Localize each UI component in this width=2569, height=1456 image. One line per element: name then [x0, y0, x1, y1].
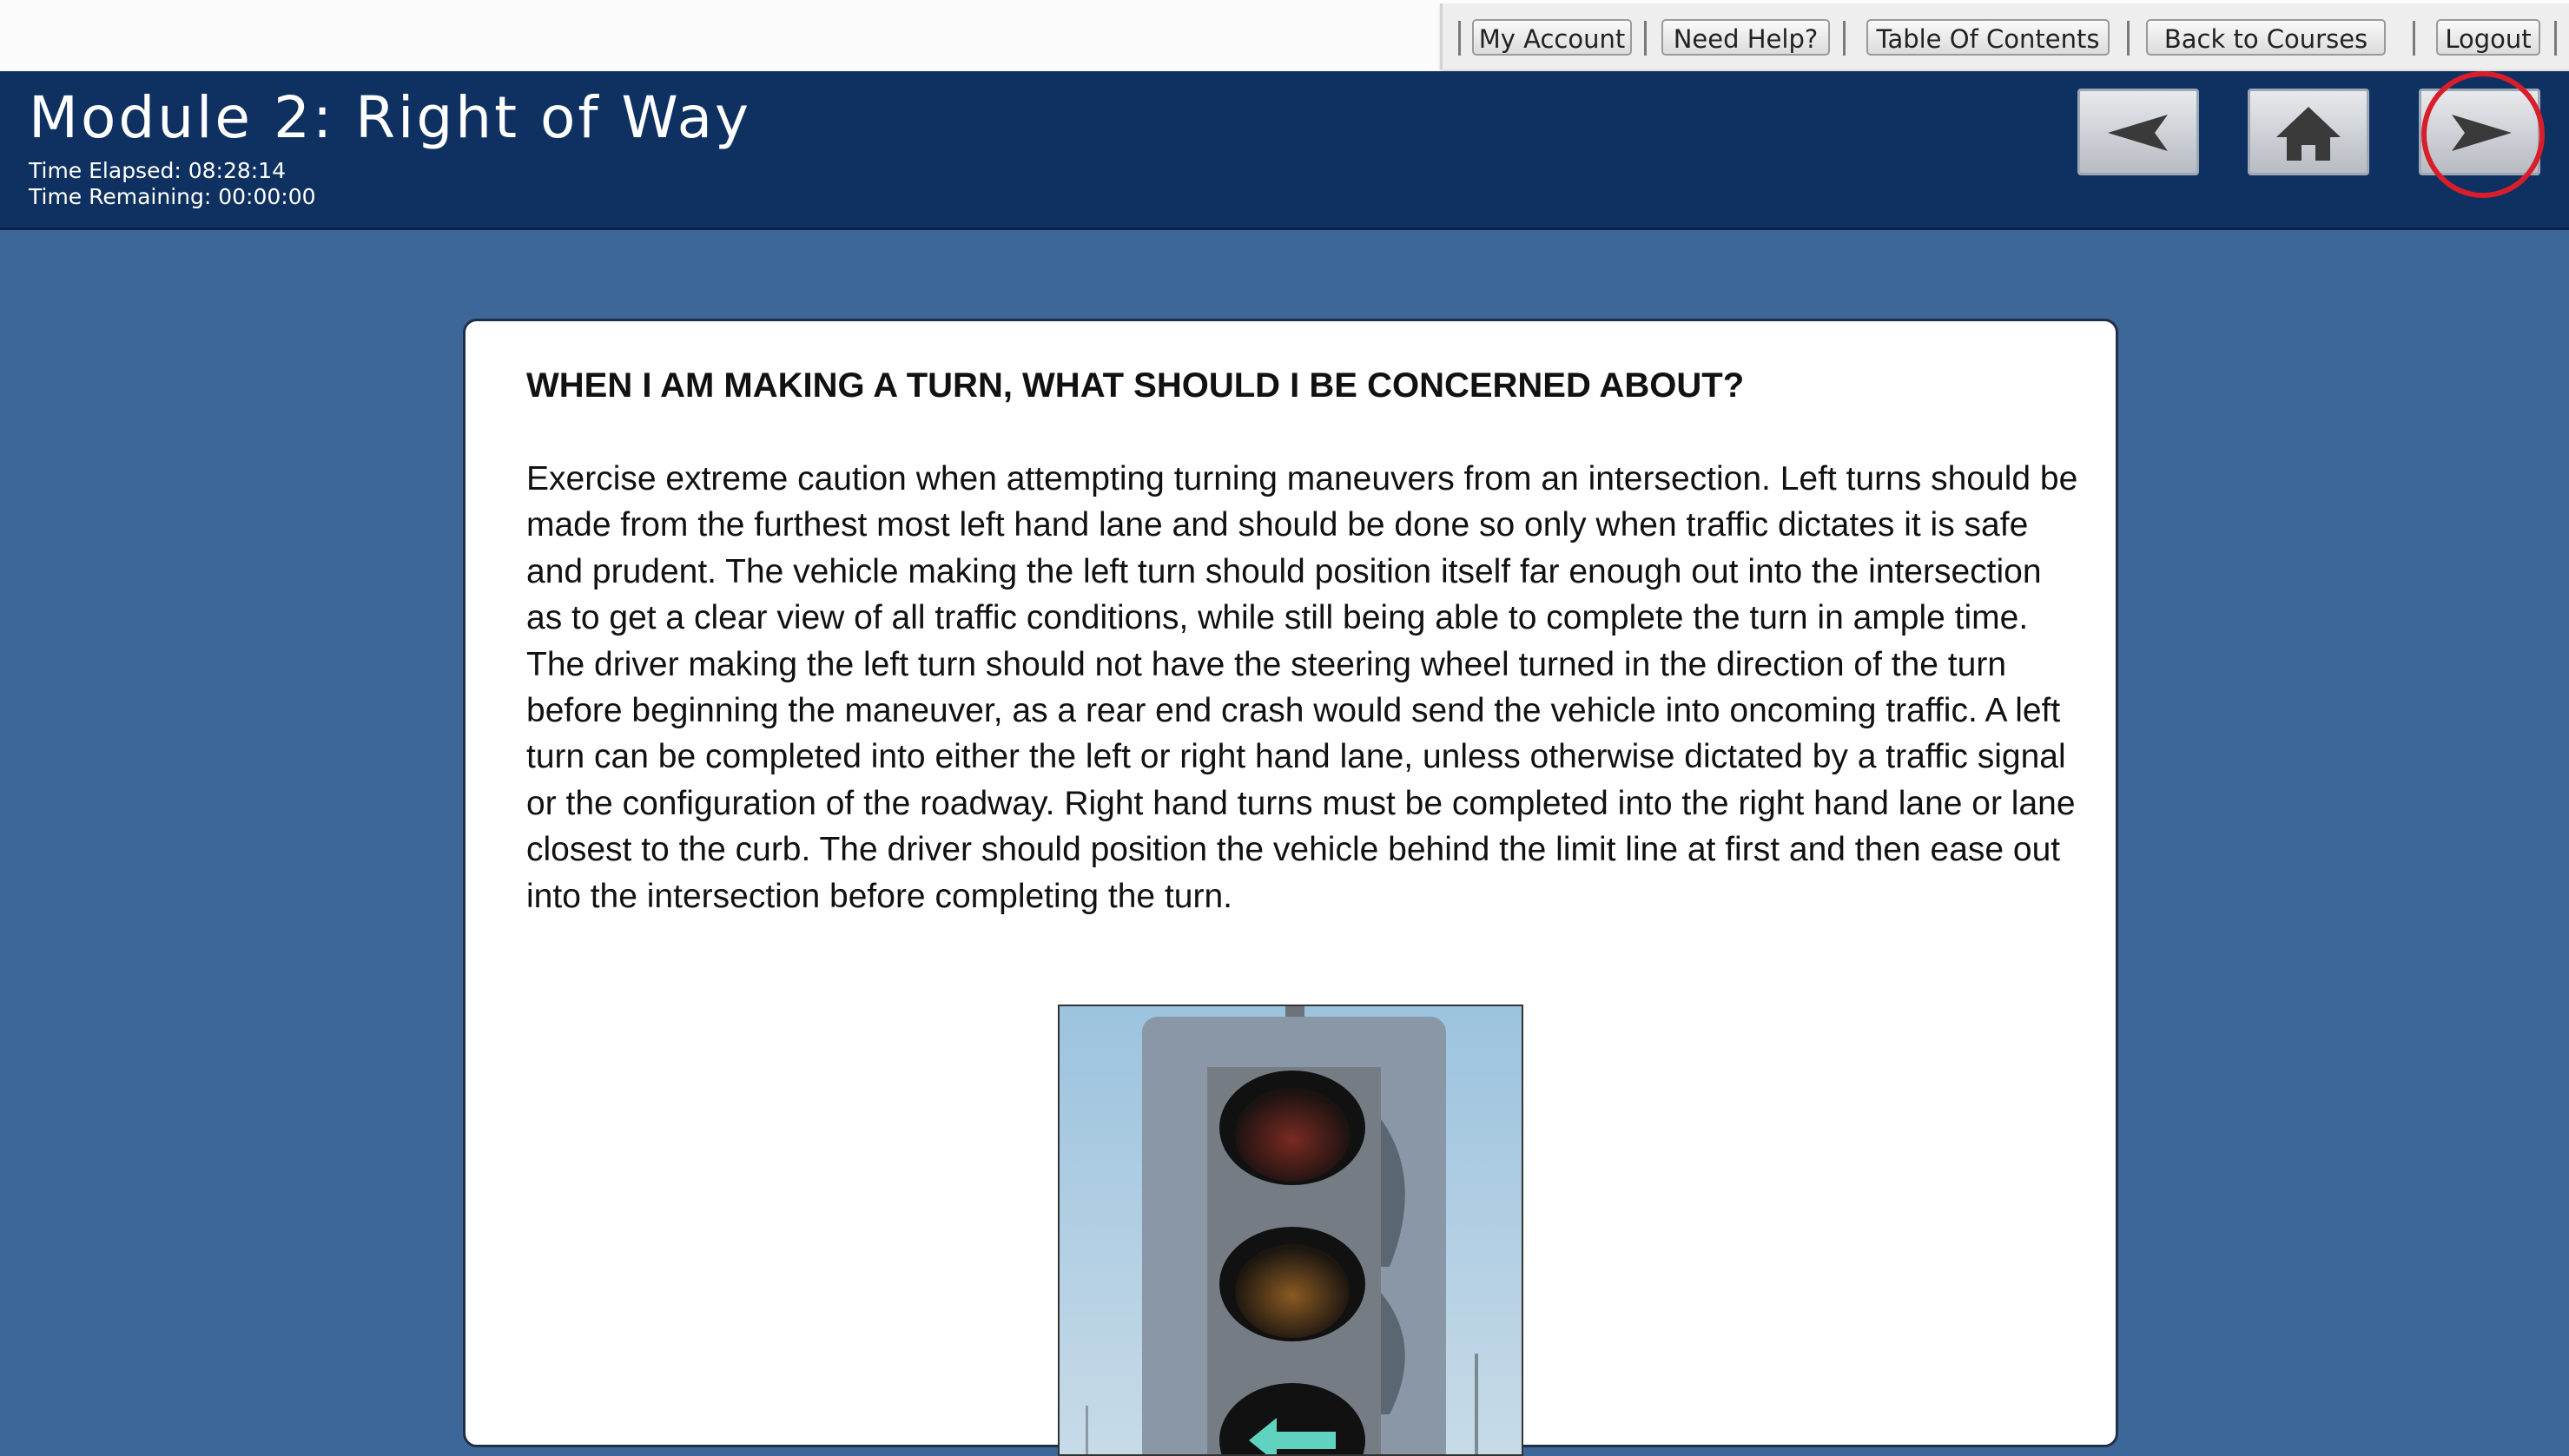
account-links-bar: My Account Need Help? Table Of Contents … [1440, 3, 2569, 69]
right-arrow-icon [2452, 115, 2512, 151]
link-separator [1644, 21, 1647, 56]
link-separator [2554, 21, 2557, 56]
traffic-signal-image [1060, 1006, 1522, 1454]
module-header: Module 2: Right of Way Time Elapsed: 08:… [0, 71, 2569, 230]
link-separator [1843, 21, 1846, 56]
home-icon [2276, 107, 2341, 161]
module-title: Module 2: Right of Way [29, 84, 752, 151]
top-utility-bar: My Account Need Help? Table Of Contents … [0, 0, 2569, 71]
back-to-courses-link[interactable]: Back to Courses [2146, 19, 2386, 56]
logout-link[interactable]: Logout [2436, 19, 2540, 56]
lesson-content-card: WHEN I AM MAKING A TURN, WHAT SHOULD I B… [463, 319, 2118, 1456]
need-help-link[interactable]: Need Help? [1661, 19, 1830, 56]
home-button[interactable] [2248, 89, 2369, 175]
lesson-heading: WHEN I AM MAKING A TURN, WHAT SHOULD I B… [526, 366, 1745, 405]
left-arrow-icon [2108, 115, 2168, 151]
lesson-paragraph: Exercise extreme caution when attempting… [526, 460, 2078, 915]
link-separator [2413, 21, 2415, 56]
my-account-link[interactable]: My Account [1472, 19, 1632, 56]
time-remaining: Time Remaining: 00:00:00 [29, 184, 316, 209]
table-of-contents-link[interactable]: Table Of Contents [1866, 19, 2110, 56]
previous-page-button[interactable] [2077, 89, 2199, 175]
link-separator [2127, 21, 2130, 56]
time-elapsed: Time Elapsed: 08:28:14 [29, 158, 286, 183]
link-separator [1458, 21, 1461, 56]
traffic-signal-photo [1058, 1005, 1523, 1456]
next-page-button[interactable] [2419, 89, 2540, 175]
